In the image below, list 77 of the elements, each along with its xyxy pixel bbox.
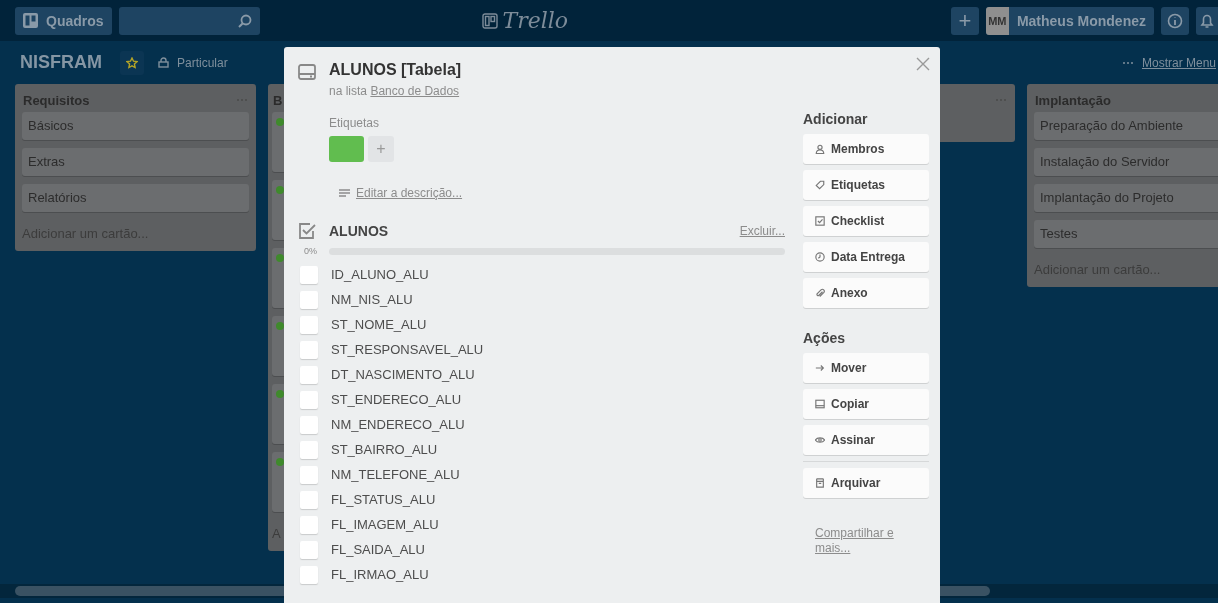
sidebar-button[interactable]: Mover [803,353,929,383]
more-icon[interactable] [1121,60,1134,65]
search-field[interactable] [118,6,260,35]
checkbox[interactable] [300,390,318,409]
checklist-item[interactable]: NM_NIS_ALU [331,292,413,307]
checkbox[interactable] [300,365,318,384]
user-name[interactable]: Matheus Mondenez [1008,6,1154,35]
logo[interactable]: Trello [502,8,568,33]
sidebar-button[interactable]: Anexo [803,278,929,308]
board-title[interactable]: NISFRAM [20,52,102,73]
checkbox[interactable] [300,290,318,309]
lock-icon [158,57,169,68]
close-button[interactable] [914,55,932,73]
logo-icon [482,12,499,29]
checklist-item[interactable]: ID_ALUNO_ALU [331,267,429,282]
checklist-item[interactable]: ST_BAIRRO_ALU [331,442,438,457]
sidebar-button[interactable]: Checklist [803,206,929,236]
add-heading: Adicionar [803,111,869,127]
actions-heading: Ações [803,330,847,346]
bell-icon [1200,12,1214,29]
star-button[interactable] [120,50,144,75]
checklist-item[interactable]: DT_NASCIMENTO_ALU [331,367,475,382]
board-icon [23,13,38,28]
checkbox[interactable] [300,490,318,509]
list-info: na lista Banco de Dados [329,84,461,98]
checklist-item[interactable]: FL_IMAGEM_ALU [331,517,439,532]
checklist-item[interactable]: ST_RESPONSAVEL_ALU [331,342,484,357]
boards-button[interactable]: Quadros [15,6,112,35]
checklist-item[interactable]: FL_IRMAO_ALU [331,567,429,582]
sidebar-button[interactable]: Assinar [803,425,929,455]
sidebar-button[interactable]: Membros [803,134,929,164]
sidebar-button[interactable]: Arquivar [803,468,929,498]
archive-icon [815,478,825,488]
checkbox[interactable] [300,465,318,484]
person-icon [815,144,825,154]
checkbox[interactable] [300,315,318,334]
visibility-button[interactable]: Particular [154,55,232,70]
notification-button[interactable] [1196,6,1218,35]
info-icon [1167,12,1183,29]
clock-icon [815,252,825,262]
card-icon [298,64,316,80]
search-icon [237,13,252,28]
arrow-icon [815,363,825,373]
tag-icon [815,180,825,190]
checklist-item[interactable]: NM_ENDERECO_ALU [331,417,465,432]
checkbox[interactable] [300,415,318,434]
checkbox[interactable] [300,265,318,284]
card-title[interactable]: ALUNOS [Tabela] [329,59,785,79]
checklist-item[interactable]: ST_ENDERECO_ALU [331,392,462,407]
checkbox[interactable] [300,565,318,584]
checklist-item[interactable]: ST_NOME_ALU [331,317,427,332]
user-avatar[interactable]: MM [985,6,1009,35]
card-icon [815,399,825,409]
checklist-item[interactable]: FL_STATUS_ALU [331,492,436,507]
checkbox[interactable] [300,440,318,459]
label-chip[interactable] [329,136,364,162]
checklist-item[interactable]: NM_TELEFONE_ALU [331,467,460,482]
add-button[interactable]: + [950,6,979,35]
star-icon [126,56,138,69]
info-button[interactable] [1161,6,1189,35]
checkbox[interactable] [300,515,318,534]
progress-percent: 0% [303,246,318,256]
checkbox-icon [815,216,825,226]
close-icon [914,55,932,73]
labels-heading: Etiquetas [329,116,381,130]
checkbox[interactable] [300,340,318,359]
sidebar-button[interactable]: Copiar [803,389,929,419]
show-menu-link[interactable]: Mostrar Menu [1141,55,1216,70]
sidebar-button[interactable]: Etiquetas [803,170,929,200]
paperclip-icon [815,288,825,298]
eye-icon [815,435,825,445]
checklist-item[interactable]: FL_SAIDA_ALU [331,542,425,557]
checklist-icon [298,222,316,240]
checklist-title[interactable]: ALUNOS [329,223,740,239]
text-lines-icon [339,188,350,198]
sidebar-button[interactable]: Data Entrega [803,242,929,272]
checkbox[interactable] [300,540,318,559]
